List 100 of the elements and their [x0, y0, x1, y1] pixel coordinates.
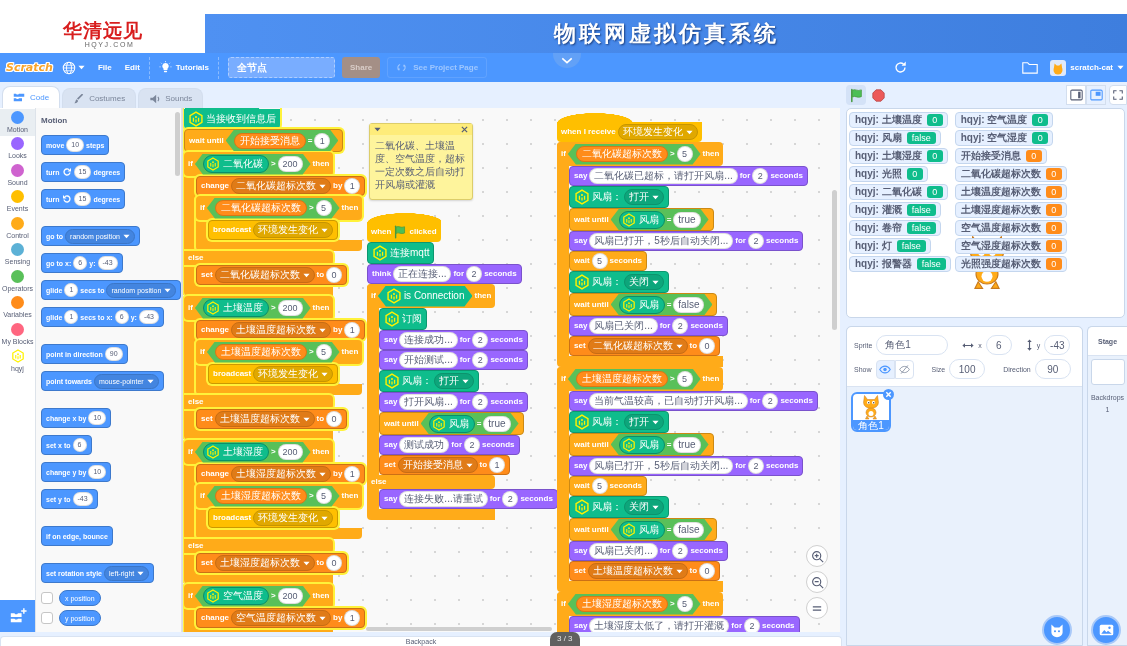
- number-input[interactable]: 2: [472, 394, 489, 410]
- normal-stage-button[interactable]: [1086, 85, 1106, 105]
- number-input[interactable]: 5: [315, 344, 332, 360]
- number-input[interactable]: 1: [314, 132, 331, 149]
- reset-zoom-button[interactable]: [806, 597, 828, 619]
- command-block[interactable]: say 测试成功 for 2 seconds: [379, 435, 520, 455]
- number-input[interactable]: 2: [672, 543, 689, 559]
- command-block[interactable]: set 土壤湿度超标次数 to 0: [196, 553, 348, 573]
- text-input[interactable]: 开始测试...: [399, 352, 458, 368]
- operator-block[interactable]: 开始接受消息 = 1: [225, 130, 339, 151]
- c-block[interactable]: [557, 142, 808, 367]
- command-block[interactable]: wait until 风扇 = true: [569, 433, 714, 456]
- command-block[interactable]: wait until 风扇 = false: [569, 293, 718, 316]
- number-input[interactable]: 200: [277, 300, 303, 316]
- number-input[interactable]: 2: [472, 352, 489, 368]
- caret-icon[interactable]: [374, 127, 381, 132]
- command-block[interactable]: change 二氧化碳超标次数 by 1: [196, 176, 366, 196]
- command-block[interactable]: set 二氧化碳超标次数 to 0: [196, 265, 348, 285]
- command-block[interactable]: say 风扇已打开，5秒后自动关闭... for 2 seconds: [569, 456, 804, 476]
- choose-sprite-button[interactable]: [1042, 615, 1072, 645]
- command-block[interactable]: say 连接成功... for 2 seconds: [379, 330, 528, 350]
- text-input[interactable]: 连接失败...请重试: [399, 491, 488, 507]
- command-block[interactable]: wait until 风扇 = true: [379, 412, 524, 435]
- backdrop-thumbnail[interactable]: [1090, 359, 1125, 385]
- zoom-in-button[interactable]: [806, 545, 828, 567]
- number-input[interactable]: 1: [344, 466, 361, 482]
- operator-block[interactable]: 土壤温度超标次数 > 5: [206, 341, 340, 363]
- operator-block[interactable]: 土壤温度 > 200: [194, 297, 311, 319]
- number-input[interactable]: 1: [489, 457, 506, 473]
- command-block[interactable]: change 土壤湿度超标次数 by 1: [196, 464, 366, 484]
- small-stage-button[interactable]: [1066, 85, 1086, 105]
- number-input[interactable]: 2: [502, 491, 519, 507]
- c-block[interactable]: if 二氧化碳超标次数 > 5 then broadcast 环境发生变化: [196, 196, 363, 251]
- checkbox[interactable]: [41, 612, 53, 624]
- number-input[interactable]: 2: [472, 332, 489, 348]
- number-input[interactable]: 5: [591, 478, 608, 494]
- c-block[interactable]: if 土壤湿度超标次数 > 5 then say 土壤湿度太低了，请打开灌溉 for 2 seconds: [557, 592, 800, 632]
- command-block[interactable]: set 二氧化碳超标次数 to 0: [569, 336, 721, 356]
- c-block[interactable]: if 土壤湿度 > 200 then change 土壤湿度超标次数 by 1 if 土壤湿度超标次数 > 5 then broadcast 环境发生变化 else set 土壤湿度超标次数 to 0: [184, 440, 366, 584]
- operator-block[interactable]: 土壤湿度超标次数 > 5: [567, 593, 701, 615]
- command-block[interactable]: change 空气温度超标次数 by 1: [196, 608, 366, 628]
- operator-block[interactable]: 空气温度 > 200: [194, 585, 311, 607]
- command-block[interactable]: set 土壤温度超标次数 to 0: [569, 561, 721, 581]
- command-block[interactable]: say 当前气温较高，已自动打开风扇... for 2 seconds: [569, 391, 818, 411]
- number-input[interactable]: 5: [315, 200, 332, 216]
- command-block[interactable]: change 土壤温度超标次数 by 1: [196, 320, 366, 340]
- refresh-icon[interactable]: [893, 60, 909, 75]
- scrollbar[interactable]: [366, 627, 552, 631]
- number-input[interactable]: 2: [466, 266, 483, 282]
- number-input[interactable]: 1: [344, 322, 361, 338]
- c-block[interactable]: if 二氧化碳 > 200 then change 二氧化碳超标次数 by 1 if 二氧化碳超标次数 > 5 then broadcast 环境发生变化 else set 二氧化碳超标次数 to 0: [184, 152, 366, 296]
- text-input[interactable]: 风扇已打开，5秒后自动关闭...: [589, 458, 734, 474]
- operator-block[interactable]: 风扇 = false: [610, 519, 713, 540]
- operator-block[interactable]: 土壤温度超标次数 > 5: [567, 368, 701, 390]
- number-input[interactable]: 5: [315, 488, 332, 504]
- text-input[interactable]: 土壤湿度太低了，请打开灌溉: [589, 618, 730, 632]
- text-input[interactable]: false: [673, 296, 705, 313]
- command-block[interactable]: say 连接失败...请重试 for 2 seconds: [379, 489, 558, 509]
- number-input[interactable]: 2: [744, 618, 761, 632]
- text-input[interactable]: 测试成功: [399, 437, 450, 453]
- text-input[interactable]: true: [483, 415, 511, 432]
- c-block[interactable]: [367, 284, 558, 520]
- number-input[interactable]: 5: [591, 253, 608, 269]
- flag-button[interactable]: [846, 85, 866, 105]
- operator-block[interactable]: 风扇 = true: [610, 209, 709, 230]
- text-input[interactable]: 连接成功...: [399, 332, 458, 348]
- number-input[interactable]: 0: [326, 555, 343, 571]
- operator-block[interactable]: 土壤湿度超标次数 > 5: [206, 485, 340, 507]
- number-input[interactable]: 200: [277, 444, 303, 460]
- scrollbar[interactable]: [832, 190, 837, 330]
- text-input[interactable]: true: [673, 436, 701, 453]
- folder-icon[interactable]: [1022, 61, 1039, 74]
- number-input[interactable]: 2: [747, 458, 764, 474]
- command-block[interactable]: say 风扇已打开，5秒后自动关闭... for 2 seconds: [569, 231, 804, 251]
- command-block[interactable]: say 二氧化碳已超标，请打开风扇... for 2 seconds: [569, 166, 808, 186]
- command-block[interactable]: wait 5 seconds: [569, 251, 648, 271]
- c-block[interactable]: if 土壤温度超标次数 > 5 then broadcast 环境发生变化: [196, 340, 363, 395]
- c-block[interactable]: if 土壤湿度超标次数 > 5 then broadcast 环境发生变化: [196, 484, 363, 539]
- operator-block[interactable]: 二氧化碳 > 200: [194, 153, 311, 175]
- command-block[interactable]: say 打开风扇... for 2 seconds: [379, 392, 528, 412]
- text-input[interactable]: false: [673, 521, 705, 538]
- text-input[interactable]: 打开风扇...: [399, 394, 458, 410]
- fullscreen-button[interactable]: [1109, 85, 1127, 105]
- number-input[interactable]: 200: [277, 588, 303, 604]
- command-block[interactable]: think 正在连接... for 2 seconds: [367, 264, 522, 284]
- command-block[interactable]: say 开始测试... for 2 seconds: [379, 350, 528, 370]
- command-block[interactable]: wait until 风扇 = true: [569, 208, 714, 231]
- command-block[interactable]: say 土壤湿度太低了，请打开灌溉 for 2 seconds: [569, 616, 800, 632]
- command-block[interactable]: say 风扇已关闭... for 2 seconds: [569, 541, 728, 561]
- number-input[interactable]: 0: [326, 411, 343, 427]
- command-block[interactable]: set 开始接受消息 to 1: [379, 455, 511, 475]
- text-input[interactable]: 风扇已关闭...: [589, 318, 658, 334]
- number-input[interactable]: 0: [326, 267, 343, 283]
- command-block[interactable]: wait until 风扇 = false: [569, 518, 718, 541]
- number-input[interactable]: 2: [747, 233, 764, 249]
- comment-note[interactable]: 二氧化碳、土壤温度、空气温度，超标一定次数之后自动打开风扇或灌溉: [369, 123, 473, 200]
- number-input[interactable]: 1: [344, 610, 361, 626]
- c-block[interactable]: if 土壤温度 > 200 then change 土壤温度超标次数 by 1 if 土壤温度超标次数 > 5 then broadcast 环境发生变化 else set 土壤温度超标次数 to 0: [184, 296, 366, 440]
- delete-button[interactable]: [883, 389, 894, 400]
- text-input[interactable]: 风扇已打开，5秒后自动关闭...: [589, 233, 734, 249]
